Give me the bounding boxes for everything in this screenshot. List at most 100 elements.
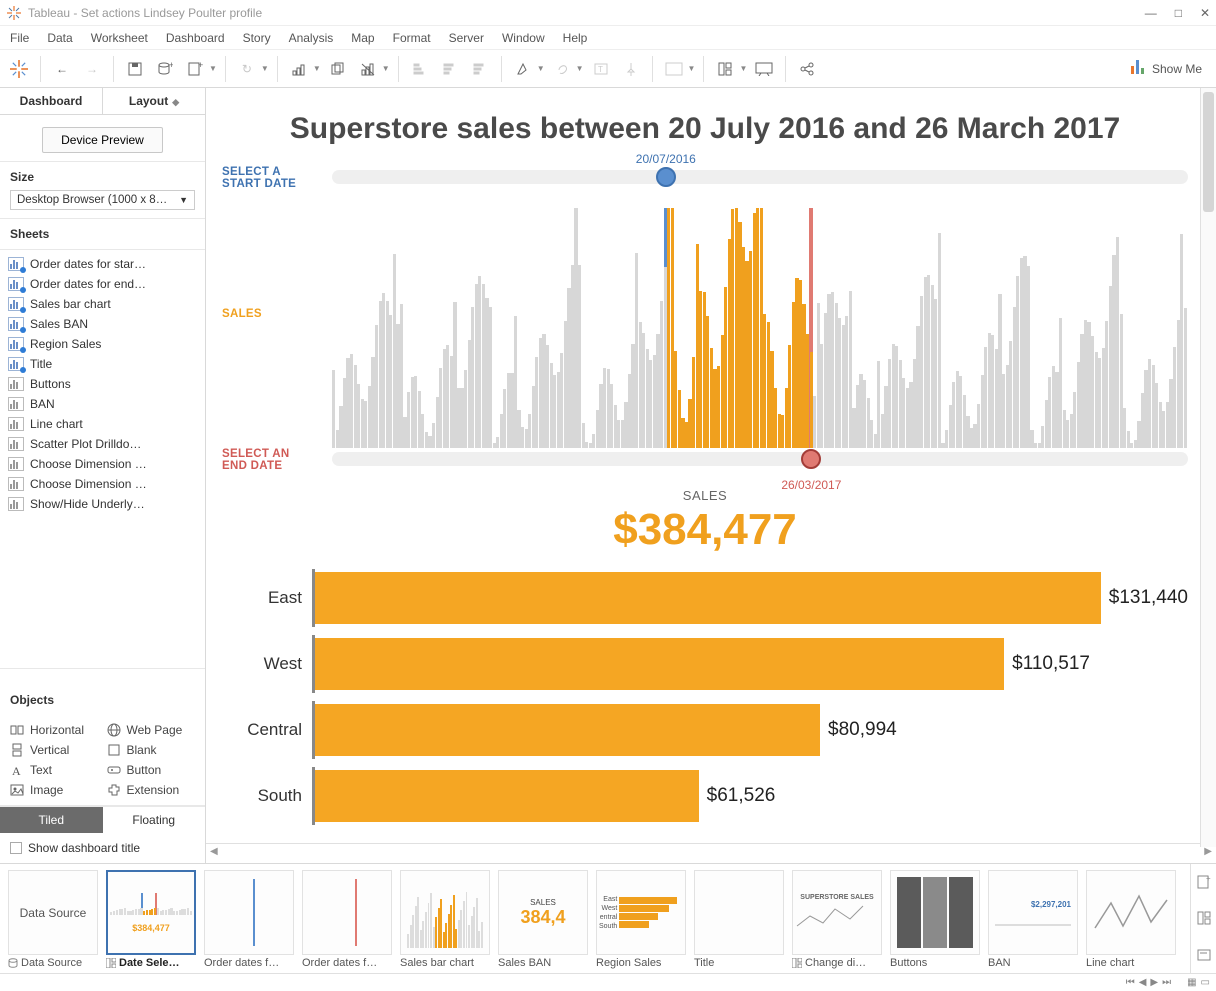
end-date-handle[interactable] xyxy=(801,449,821,469)
menu-story[interactable]: Story xyxy=(243,31,271,45)
refresh-button[interactable]: ↻ xyxy=(234,56,260,82)
sheet-thumbnail[interactable]: Data Source xyxy=(8,870,98,955)
sheet-thumbnail[interactable] xyxy=(1086,870,1176,955)
menu-map[interactable]: Map xyxy=(351,31,374,45)
share-button[interactable] xyxy=(794,56,820,82)
object-button[interactable]: Button xyxy=(107,763,196,777)
sheet-thumbnail[interactable] xyxy=(400,870,490,955)
sort-desc-button[interactable] xyxy=(437,56,463,82)
view-tabs-icon[interactable]: ▦ xyxy=(1187,977,1196,988)
sheet-tab[interactable]: Title xyxy=(694,957,784,969)
fit-button[interactable] xyxy=(661,56,687,82)
seg-tiled[interactable]: Tiled xyxy=(0,807,103,833)
object-vertical[interactable]: Vertical xyxy=(10,743,99,757)
swap-button[interactable] xyxy=(286,56,312,82)
sheet-tab[interactable]: Line chart xyxy=(1086,957,1176,969)
sheet-item[interactable]: Line chart xyxy=(6,414,199,434)
sheet-thumbnail[interactable]: $384,477 xyxy=(106,870,196,955)
dropdown-icon[interactable]: ▼ xyxy=(382,64,390,73)
menu-window[interactable]: Window xyxy=(502,31,545,45)
nav-prev-icon[interactable]: ◀ xyxy=(1139,977,1147,988)
size-dropdown[interactable]: Desktop Browser (1000 x 8…▼ xyxy=(10,190,195,210)
sheet-tab[interactable]: Order dates f… xyxy=(204,957,294,969)
sheet-item[interactable]: Buttons xyxy=(6,374,199,394)
menu-server[interactable]: Server xyxy=(449,31,484,45)
vertical-scrollbar[interactable] xyxy=(1200,88,1216,847)
nav-next-icon[interactable]: ▶ xyxy=(1150,977,1158,988)
sheet-tab[interactable]: Region Sales xyxy=(596,957,686,969)
sheet-tab[interactable]: Data Source xyxy=(8,957,98,969)
sheet-thumbnail[interactable]: SUPERSTORE SALES xyxy=(792,870,882,955)
dropdown-icon[interactable]: ▼ xyxy=(537,64,545,73)
dropdown-icon[interactable]: ▼ xyxy=(261,64,269,73)
presentation-button[interactable] xyxy=(751,56,777,82)
redo-button[interactable]: → xyxy=(79,56,105,82)
sheet-item[interactable]: BAN xyxy=(6,394,199,414)
dropdown-icon[interactable]: ▼ xyxy=(688,64,696,73)
start-date-track[interactable] xyxy=(332,170,1188,184)
object-extension[interactable]: Extension xyxy=(107,783,196,797)
close-button[interactable]: ✕ xyxy=(1200,6,1210,20)
sort-asc-button[interactable] xyxy=(407,56,433,82)
menu-dashboard[interactable]: Dashboard xyxy=(166,31,225,45)
tab-layout[interactable]: Layout◆ xyxy=(103,88,205,114)
sheet-thumbnail[interactable] xyxy=(890,870,980,955)
sheet-item[interactable]: Show/Hide Underly… xyxy=(6,494,199,514)
tab-dashboard[interactable]: Dashboard xyxy=(0,88,103,114)
sheet-item[interactable]: Scatter Plot Drilldo… xyxy=(6,434,199,454)
menu-data[interactable]: Data xyxy=(47,31,72,45)
sheet-thumbnail[interactable]: $2,297,201 xyxy=(988,870,1078,955)
sheet-tab[interactable]: Sales bar chart xyxy=(400,957,490,969)
object-text[interactable]: AText xyxy=(10,763,99,777)
dropdown-icon[interactable]: ▼ xyxy=(313,64,321,73)
sheet-thumbnail[interactable]: SALES384,4 xyxy=(498,870,588,955)
menu-file[interactable]: File xyxy=(10,31,29,45)
sheet-item[interactable]: Sales bar chart xyxy=(6,294,199,314)
seg-floating[interactable]: Floating xyxy=(103,807,206,833)
view-filmstrip-icon[interactable]: ▭ xyxy=(1201,977,1210,988)
sheet-item[interactable]: Region Sales xyxy=(6,334,199,354)
dropdown-icon[interactable]: ▼ xyxy=(209,64,217,73)
object-web-page[interactable]: Web Page xyxy=(107,723,196,737)
tiled-floating-toggle[interactable]: Tiled Floating xyxy=(0,806,205,833)
new-worksheet-icon[interactable]: + xyxy=(1197,875,1211,889)
show-cards-button[interactable] xyxy=(712,56,738,82)
sheet-tab[interactable]: BAN xyxy=(988,957,1078,969)
menu-format[interactable]: Format xyxy=(393,31,431,45)
sheet-item[interactable]: Choose Dimension … xyxy=(6,474,199,494)
sheet-tab[interactable]: Buttons xyxy=(890,957,980,969)
sheet-thumbnail[interactable] xyxy=(694,870,784,955)
sheet-tab[interactable]: Date Sele… xyxy=(106,957,196,969)
nav-first-icon[interactable]: ⏮ xyxy=(1126,977,1135,988)
object-horizontal[interactable]: Horizontal xyxy=(10,723,99,737)
label-button[interactable]: T xyxy=(588,56,614,82)
menu-worksheet[interactable]: Worksheet xyxy=(91,31,148,45)
save-button[interactable] xyxy=(122,56,148,82)
tableau-logo-icon[interactable] xyxy=(6,56,32,82)
sheet-thumbnail[interactable] xyxy=(302,870,392,955)
sheet-item[interactable]: Order dates for star… xyxy=(6,254,199,274)
totals-button[interactable] xyxy=(467,56,493,82)
new-datasource-button[interactable]: + xyxy=(152,56,178,82)
sheet-tab[interactable]: Change di… xyxy=(792,957,882,969)
device-preview-button[interactable]: Device Preview xyxy=(42,127,163,153)
nav-last-icon[interactable]: ⏭ xyxy=(1162,977,1171,988)
dropdown-icon[interactable]: ▼ xyxy=(739,64,747,73)
highlight-button[interactable] xyxy=(510,56,536,82)
undo-button[interactable]: ← xyxy=(49,56,75,82)
menu-help[interactable]: Help xyxy=(563,31,588,45)
sheet-item[interactable]: Choose Dimension … xyxy=(6,454,199,474)
menu-analysis[interactable]: Analysis xyxy=(289,31,334,45)
sheet-thumbnail[interactable]: EastWestentralSouth xyxy=(596,870,686,955)
end-date-track[interactable] xyxy=(332,452,1188,466)
sheet-tab[interactable]: Sales BAN xyxy=(498,957,588,969)
sheet-item[interactable]: Title xyxy=(6,354,199,374)
sheet-item[interactable]: Sales BAN xyxy=(6,314,199,334)
new-dashboard-icon[interactable] xyxy=(1197,911,1211,925)
pin-button[interactable] xyxy=(618,56,644,82)
duplicate-button[interactable] xyxy=(325,56,351,82)
sheet-thumbnail[interactable] xyxy=(204,870,294,955)
horizontal-scrollbar[interactable]: ◀▶ xyxy=(206,843,1216,859)
object-blank[interactable]: Blank xyxy=(107,743,196,757)
new-worksheet-button[interactable]: + xyxy=(182,56,208,82)
